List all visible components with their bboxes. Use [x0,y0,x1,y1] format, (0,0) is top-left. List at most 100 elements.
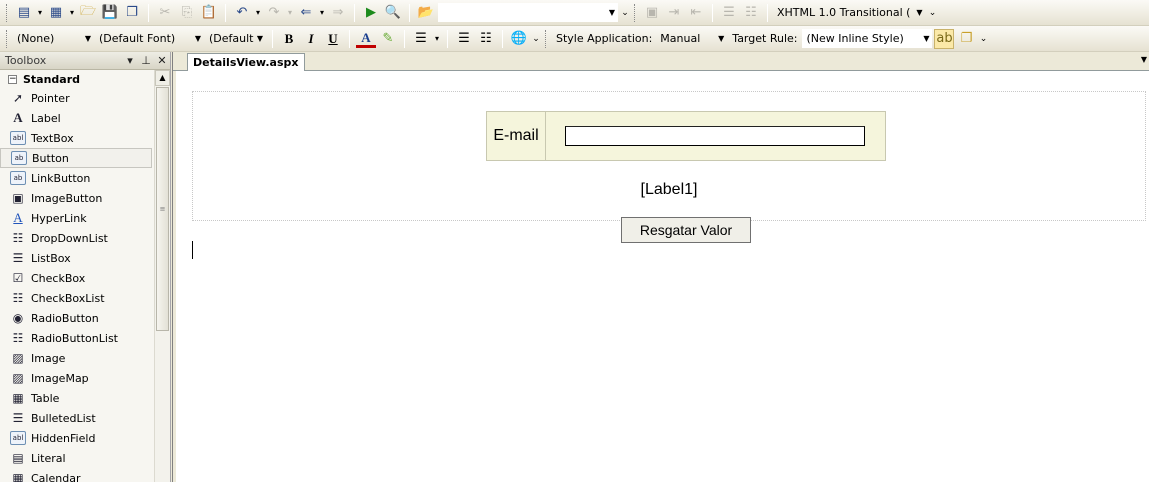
resgatar-valor-button[interactable]: Resgatar Valor [621,217,751,243]
uncomment-icon[interactable]: ☷ [741,3,761,23]
scroll-thumb[interactable]: ≡ [156,87,169,331]
imagebutton-icon: ▣ [12,191,24,205]
toolbox-item-table[interactable]: ▦ Table [0,388,152,408]
toolbox-item-hiddenfield[interactable]: abl HiddenField [0,428,152,448]
comment-icon[interactable]: ☰ [719,3,739,23]
toolbar-grip[interactable] [6,3,9,22]
toolbox-item-pointer[interactable]: ➚ Pointer [0,88,152,108]
bulleted-list-icon[interactable]: ☰ [454,29,474,49]
toolbox-item-label: LinkButton [31,171,91,185]
dropdownlist-icon: ☷ [12,231,24,245]
block-format-value: (None) [17,32,55,45]
toolbar-overflow-icon[interactable]: ⌄ [928,8,938,18]
collapse-icon[interactable]: − [8,74,17,84]
design-surface[interactable]: E-mail [Label1] Resgatar Valor [173,71,1149,482]
toolbox-scrollbar[interactable]: ▲ ≡ [154,70,170,482]
new-project-icon[interactable]: ▤ [14,3,34,23]
highlight-icon[interactable]: ✎ [378,29,398,49]
underline-button[interactable]: U [323,31,343,47]
font-size-combo[interactable]: (Default ▼ [206,29,266,48]
toolbar-grip[interactable] [545,29,548,48]
calendar-icon: ▦ [12,471,24,482]
font-color-button[interactable]: A [356,30,376,48]
font-name-combo[interactable]: (Default Font) ▼ [96,29,204,48]
save-icon[interactable]: 💾 [100,3,120,23]
toolbox-item-label[interactable]: A Label [0,108,152,128]
toolbox-item-imagebutton[interactable]: ▣ ImageButton [0,188,152,208]
numbered-list-icon[interactable]: ☷ [476,29,496,49]
toolbox-item-dropdownlist[interactable]: ☷ DropDownList [0,228,152,248]
find-combo[interactable]: ▼ [438,3,618,22]
open-file-icon[interactable]: 🗁 [78,3,98,23]
navigate-forward-icon[interactable]: ⇒ [328,3,348,23]
toolbox-item-image[interactable]: ▨ Image [0,348,152,368]
target-rule-value: (New Inline Style) [806,32,904,45]
chevron-down-icon: ▼ [718,34,725,43]
toolbar-grip[interactable] [6,29,9,48]
justify-icon[interactable]: ☰ [411,29,431,49]
cut-icon[interactable]: ✂ [155,3,175,23]
label1-control[interactable]: [Label1] [193,181,1145,199]
toolbar-overflow-icon[interactable]: ⌄ [531,34,541,44]
add-item-icon[interactable]: ▦ [46,3,66,23]
style-application-combo[interactable]: Manual ▼ [657,29,727,48]
redo-dropdown-icon[interactable]: ▾ [286,8,294,17]
find-in-files-icon[interactable]: 🔍 [383,3,403,23]
toolbox-item-linkbutton[interactable]: ab LinkButton [0,168,152,188]
toolbox-item-checkbox[interactable]: ☑ CheckBox [0,268,152,288]
outdent-icon[interactable]: ⇤ [686,3,706,23]
paste-icon[interactable]: 📋 [199,3,219,23]
navigate-backward-icon[interactable]: ⇐ [296,3,316,23]
italic-button[interactable]: I [301,31,321,47]
add-item-dropdown-icon[interactable]: ▾ [68,8,76,17]
form-container[interactable]: E-mail [Label1] Resgatar Valor [192,91,1146,243]
toolbox-item-radiobuttonlist[interactable]: ☷ RadioButtonList [0,328,152,348]
pointer-icon: ➚ [12,91,24,105]
toggle-design-icon[interactable]: ▣ [642,3,662,23]
toolbox-title: Toolbox [5,54,47,67]
solution-explorer-icon[interactable]: 📂 [416,3,436,23]
toolbox-item-literal[interactable]: ▤ Literal [0,448,152,468]
toolbox-item-label: HyperLink [31,211,87,225]
new-project-dropdown-icon[interactable]: ▾ [36,8,44,17]
close-icon[interactable]: ✕ [154,54,170,67]
toolbox-item-hyperlink[interactable]: A HyperLink [0,208,152,228]
redo-icon[interactable]: ↷ [264,3,284,23]
toolbox-item-textbox[interactable]: abl TextBox [0,128,152,148]
auto-hide-pin-icon[interactable]: ⊥ [138,54,154,67]
navigate-dropdown-icon[interactable]: ▾ [318,8,326,17]
detailsview-control[interactable]: E-mail [486,111,886,161]
toolbox-item-label: ImageButton [31,191,103,205]
toolbox-item-label: CheckBox [31,271,86,285]
toolbox-item-listbox[interactable]: ☰ ListBox [0,248,152,268]
apply-style-icon[interactable]: ab [934,28,955,49]
toolbox-item-bulletedlist[interactable]: ☰ BulletedList [0,408,152,428]
window-position-icon[interactable]: ▾ [122,54,138,67]
tab-list-icon[interactable]: ▼ [1141,55,1147,64]
bold-button[interactable]: B [279,31,299,47]
toolbox-item-imagemap[interactable]: ▨ ImageMap [0,368,152,388]
toolbox-item-checkboxlist[interactable]: ☷ CheckBoxList [0,288,152,308]
save-all-icon[interactable]: ❐ [122,3,142,23]
toolbar-overflow-icon[interactable]: ⌄ [978,34,988,44]
toolbar-grip[interactable] [634,3,637,22]
copy-icon[interactable]: ⎘ [177,3,197,23]
indent-icon[interactable]: ⇥ [664,3,684,23]
new-style-icon[interactable]: ❐ [956,29,976,49]
justify-dropdown-icon[interactable]: ▾ [433,34,441,43]
toolbox-item-button[interactable]: ab Button [0,148,152,168]
doctype-combo[interactable]: XHTML 1.0 Transitional (▼ [774,3,926,22]
tab-detailsview-aspx[interactable]: DetailsView.aspx [187,53,305,71]
toolbox-item-radiobutton[interactable]: ◉ RadioButton [0,308,152,328]
target-rule-combo[interactable]: (New Inline Style) ▼ [802,29,933,48]
block-format-combo[interactable]: (None) ▼ [14,29,94,48]
scroll-up-icon[interactable]: ▲ [155,70,170,86]
undo-dropdown-icon[interactable]: ▾ [254,8,262,17]
email-field[interactable] [565,126,865,146]
undo-icon[interactable]: ↶ [232,3,252,23]
toolbar-overflow-icon[interactable]: ⌄ [620,8,630,18]
toolbox-item-calendar[interactable]: ▦ Calendar [0,468,152,482]
start-debugging-icon[interactable]: ▶ [361,3,381,23]
hyperlink-globe-icon[interactable]: 🌐 [509,29,529,49]
toolbox-section-standard[interactable]: − Standard [0,70,170,88]
